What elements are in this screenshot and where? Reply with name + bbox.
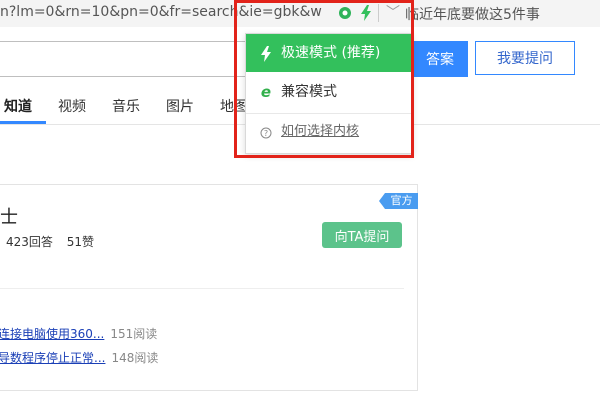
tab-map[interactable]: 地图 bbox=[220, 96, 248, 116]
card-title[interactable]: 士 bbox=[0, 203, 18, 229]
answer-count: 423回答 bbox=[6, 235, 53, 249]
address-bar[interactable]: n?lm=0&rn=10&pn=0&fr=search&ie=gbk&w ﹀ 临… bbox=[0, 0, 600, 28]
news-ticker[interactable]: 临近年底要做这5件事 bbox=[405, 4, 540, 24]
svg-text:?: ? bbox=[264, 129, 268, 138]
tab-video[interactable]: 视频 bbox=[58, 96, 86, 116]
menu-item-compat-mode[interactable]: e 兼容模式 bbox=[246, 74, 412, 110]
read-count: 151阅读 bbox=[110, 327, 158, 341]
card-divider bbox=[0, 288, 404, 289]
lightning-icon bbox=[258, 34, 274, 72]
ie-icon: e bbox=[260, 83, 272, 101]
menu-item-label: 兼容模式 bbox=[281, 84, 337, 100]
kernel-mode-menu: 极速模式 (推荐) e 兼容模式 ? 如何选择内核 bbox=[245, 33, 413, 154]
menu-item-howto[interactable]: ? 如何选择内核 bbox=[246, 114, 412, 150]
active-tab-indicator bbox=[0, 121, 46, 124]
list-item: 导数程序停止正常... 148阅读 bbox=[0, 349, 158, 366]
card-stats: 423回答 51赞 bbox=[6, 233, 104, 250]
chevron-down-icon[interactable]: ﹀ bbox=[383, 3, 403, 23]
tab-music[interactable]: 音乐 bbox=[112, 96, 140, 116]
toolbar-divider bbox=[378, 4, 379, 22]
tab-images[interactable]: 图片 bbox=[166, 96, 194, 116]
help-icon: ? bbox=[258, 114, 274, 150]
lightning-icon[interactable] bbox=[356, 3, 376, 23]
menu-item-label: 极速模式 (推荐) bbox=[281, 45, 381, 61]
read-count: 148阅读 bbox=[111, 351, 159, 365]
menu-item-fast-mode[interactable]: 极速模式 (推荐) bbox=[246, 34, 412, 72]
ask-ta-button[interactable]: 向TA提问 bbox=[322, 222, 402, 248]
menu-item-label: 如何选择内核 bbox=[281, 124, 360, 139]
ask-question-button[interactable]: 我要提问 bbox=[475, 41, 575, 75]
like-count: 51赞 bbox=[66, 235, 95, 249]
question-link[interactable]: 连接电脑使用360... bbox=[0, 327, 104, 341]
security-shield-icon[interactable] bbox=[335, 3, 355, 23]
official-badge: 官方 bbox=[385, 193, 418, 209]
tab-zhidao[interactable]: 知道 bbox=[4, 96, 32, 116]
search-answer-button[interactable]: 答案 bbox=[404, 41, 468, 77]
list-item: 连接电脑使用360... 151阅读 bbox=[0, 325, 157, 342]
question-link[interactable]: 导数程序停止正常... bbox=[0, 351, 105, 365]
url-text[interactable]: n?lm=0&rn=10&pn=0&fr=search&ie=gbk&w bbox=[0, 4, 322, 20]
